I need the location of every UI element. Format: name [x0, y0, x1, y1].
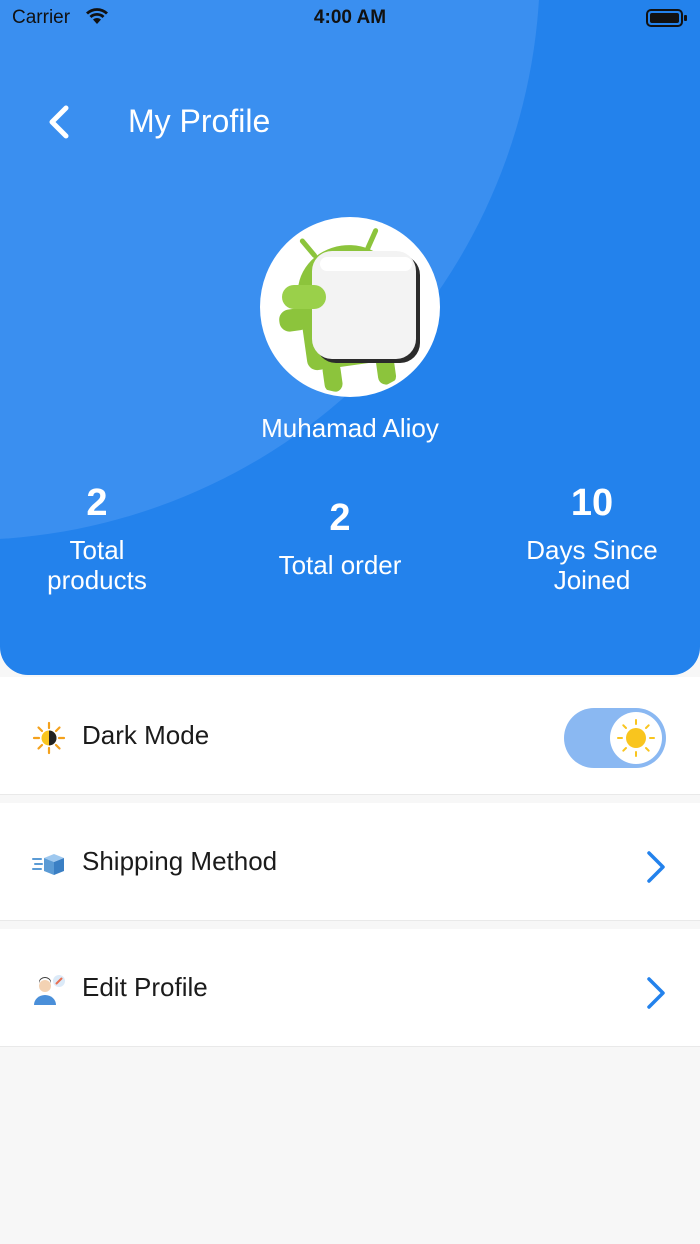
stat-label: Total order	[278, 550, 402, 580]
stat-label: Days Since Joined	[526, 535, 658, 595]
back-button[interactable]	[40, 100, 80, 144]
dark-mode-toggle[interactable]	[564, 708, 666, 768]
shipping-box-icon	[32, 854, 64, 875]
avatar[interactable]	[260, 217, 440, 397]
page-title: My Profile	[128, 103, 271, 139]
chevron-left-icon	[49, 105, 69, 139]
sun-icon	[32, 721, 66, 755]
edit-profile-label: Edit Profile	[82, 972, 208, 1002]
stat-days-joined: 10 Days Since Joined	[517, 482, 667, 595]
battery-icon	[646, 9, 687, 27]
user-edit-icon	[34, 975, 65, 1005]
stat-label: Total products	[47, 535, 147, 595]
sun-icon	[617, 719, 655, 757]
stat-total-order: 2 Total order	[255, 497, 425, 580]
clock: 4:00 AM	[313, 7, 387, 28]
dark-mode-label: Dark Mode	[82, 720, 210, 750]
android-mascot-icon	[264, 221, 436, 393]
user-name: Muhamad Alioy	[261, 413, 439, 443]
shipping-method-row[interactable]: Shipping Method	[0, 803, 700, 921]
status-bar: Carrier 4:00 AM	[0, 0, 700, 40]
stat-value: 2	[86, 482, 108, 524]
toggle-knob	[610, 712, 662, 764]
dark-mode-row: Dark Mode	[0, 677, 700, 795]
shipping-method-label: Shipping Method	[82, 846, 278, 876]
chevron-right-icon	[647, 977, 665, 1009]
edit-profile-row[interactable]: Edit Profile	[0, 929, 700, 1047]
stat-value: 10	[570, 482, 614, 524]
chevron-right-icon	[647, 851, 665, 883]
stat-value: 2	[329, 497, 351, 539]
stat-total-products: 2 Total products	[27, 482, 167, 595]
